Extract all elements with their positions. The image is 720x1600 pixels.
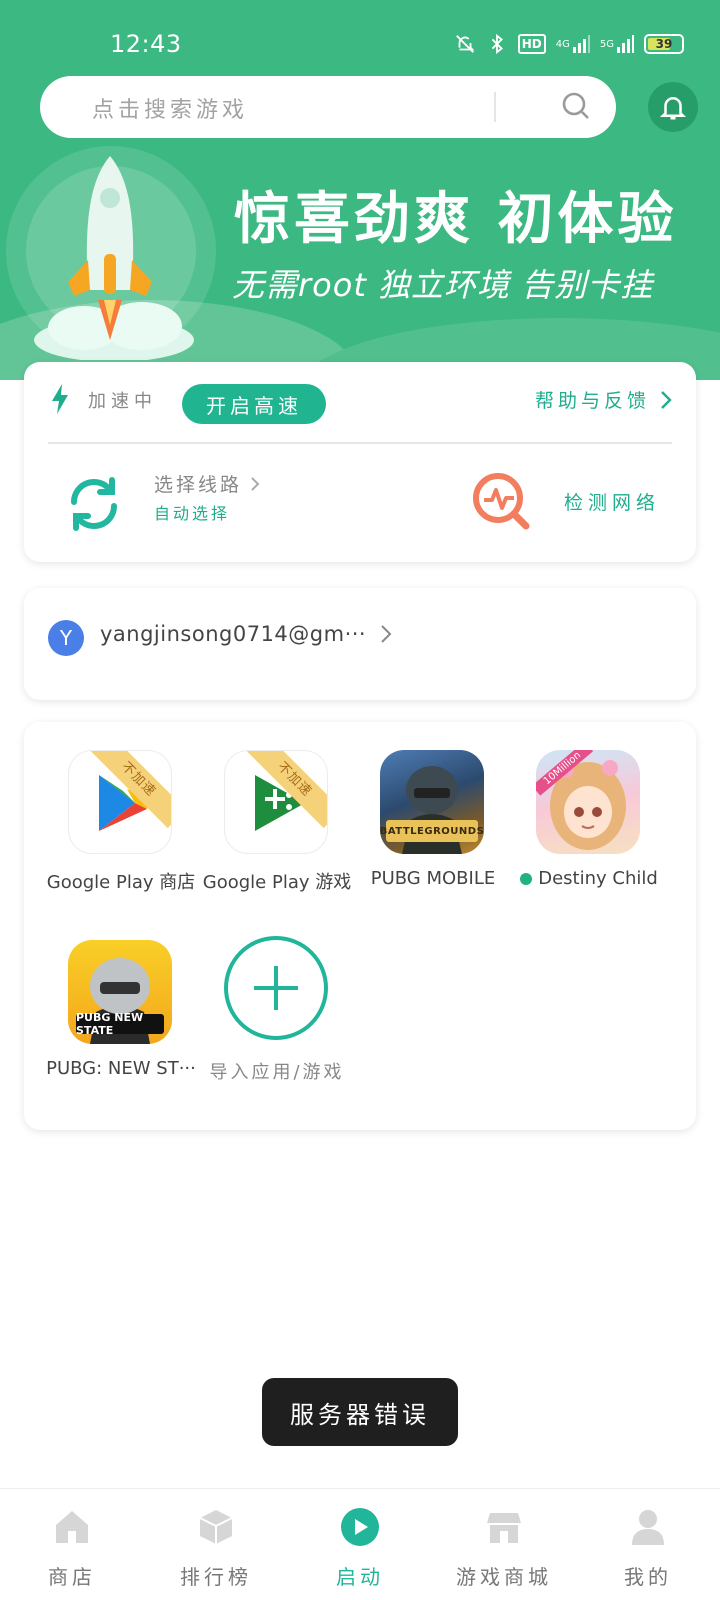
- tab-label: 启动: [336, 1565, 384, 1589]
- tab-label: 游戏商城: [456, 1565, 552, 1589]
- banner-title: 惊喜劲爽 初体验: [234, 187, 678, 252]
- battery-percent: 39: [655, 37, 673, 51]
- play-icon: [341, 1508, 379, 1546]
- status-bar: 12:43 HD 4G 5G 39: [0, 28, 720, 64]
- select-route-link[interactable]: 选择线路: [154, 470, 260, 497]
- rocket-illustration-icon: [34, 156, 194, 360]
- help-feedback-label: 帮助与反馈: [534, 390, 650, 412]
- acceleration-row: 加速中 开启高速 帮助与反馈: [24, 362, 696, 442]
- card-divider: [48, 442, 672, 444]
- store-icon: [487, 1513, 521, 1543]
- pubg-new-state-logo-text: PUBG NEW STATE: [76, 1011, 164, 1037]
- app-label: Destiny Child: [538, 868, 658, 889]
- app-label: Google Play 游戏: [202, 872, 352, 893]
- chevron-right-icon: [251, 476, 260, 491]
- google-play-games-icon: 不加速: [224, 750, 328, 854]
- search-input[interactable]: 点击搜索游戏: [92, 92, 248, 124]
- bottom-tab-bar: 商店 排行榜 启动 游戏商城 我的: [0, 1488, 720, 1600]
- pubg-mobile-icon: BATTLEGROUNDS: [380, 750, 484, 854]
- tab-label: 我的: [624, 1565, 672, 1589]
- app-label: PUBG: NEW ST···: [46, 1058, 196, 1079]
- apps-card: 不加速 Google Play 商店 不加速 Google Play 游戏 BA…: [24, 722, 696, 1130]
- hd-icon: HD: [517, 34, 546, 54]
- status-dot: [520, 873, 533, 885]
- screen: 12:43 HD 4G 5G 39 点击搜索游戏 惊喜劲爽 初体验 无需root…: [0, 0, 720, 1600]
- refresh-route-icon[interactable]: [62, 472, 126, 536]
- search-icon[interactable]: [560, 90, 592, 122]
- battery-icon: 39: [644, 34, 684, 54]
- signal-5g-label: 5G: [599, 38, 614, 50]
- tab-label: 商店: [48, 1565, 96, 1589]
- tab-store[interactable]: 商店: [0, 1489, 144, 1600]
- tab-mine[interactable]: 我的: [576, 1489, 720, 1600]
- destiny-child-icon: 10Million: [536, 750, 640, 854]
- header-banner: 12:43 HD 4G 5G 39 点击搜索游戏 惊喜劲爽 初体验 无需root…: [0, 0, 720, 380]
- tab-ranking[interactable]: 排行榜: [144, 1489, 288, 1600]
- search-bar[interactable]: 点击搜索游戏: [40, 76, 616, 138]
- status-time: 12:43: [110, 30, 182, 58]
- acceleration-card: 加速中 开启高速 帮助与反馈 选择线路 自动选择 检测网络: [24, 362, 696, 562]
- banner-subtitle: 无需root 独立环境 告别卡挂: [232, 266, 654, 304]
- pubg-new-state-icon: PUBG NEW STATE: [68, 940, 172, 1044]
- chevron-right-icon: [381, 625, 392, 643]
- enable-high-speed-button[interactable]: 开启高速: [182, 384, 326, 424]
- cube-icon: [199, 1510, 233, 1544]
- error-toast: 服务器错误: [262, 1378, 458, 1446]
- home-icon: [56, 1511, 88, 1543]
- app-label: PUBG MOBILE: [370, 868, 496, 889]
- accelerating-status: 加速中: [88, 391, 157, 412]
- bluetooth-icon: [486, 32, 508, 56]
- account-email-row[interactable]: yangjinsong0714@gm···: [100, 622, 392, 646]
- help-feedback-link[interactable]: 帮助与反馈: [535, 386, 672, 413]
- notification-bell-icon[interactable]: [648, 82, 698, 132]
- add-icon: [224, 936, 328, 1040]
- google-play-store-icon: 不加速: [68, 750, 172, 854]
- avatar: Y: [48, 620, 84, 656]
- chevron-right-icon: [661, 390, 672, 409]
- tab-label: 排行榜: [180, 1565, 252, 1589]
- status-icons: HD 4G 5G 39: [454, 32, 684, 56]
- network-detect-icon[interactable]: [470, 470, 532, 532]
- account-card[interactable]: Y yangjinsong0714@gm···: [24, 588, 696, 700]
- app-label-row: Destiny Child: [504, 868, 674, 889]
- route-value: 自动选择: [154, 504, 231, 523]
- account-email: yangjinsong0714@gm···: [100, 622, 367, 646]
- mute-icon: [454, 32, 476, 56]
- select-route-label: 选择线路: [154, 474, 243, 496]
- signal-5g-icon: 5G: [600, 32, 634, 56]
- pubg-logo-text: BATTLEGROUNDS: [380, 820, 484, 842]
- search-divider: [494, 92, 496, 122]
- app-label: Google Play 商店: [46, 872, 196, 893]
- tab-launch[interactable]: 启动: [288, 1489, 432, 1600]
- signal-4g-label: 4G: [555, 38, 570, 50]
- user-icon: [632, 1510, 664, 1545]
- detect-network-link[interactable]: 检测网络: [564, 488, 660, 515]
- signal-4g-icon: 4G: [556, 32, 590, 56]
- import-app-label: 导入应用/游戏: [209, 1062, 345, 1083]
- tab-game-mall[interactable]: 游戏商城: [432, 1489, 576, 1600]
- lightning-icon: [52, 384, 68, 414]
